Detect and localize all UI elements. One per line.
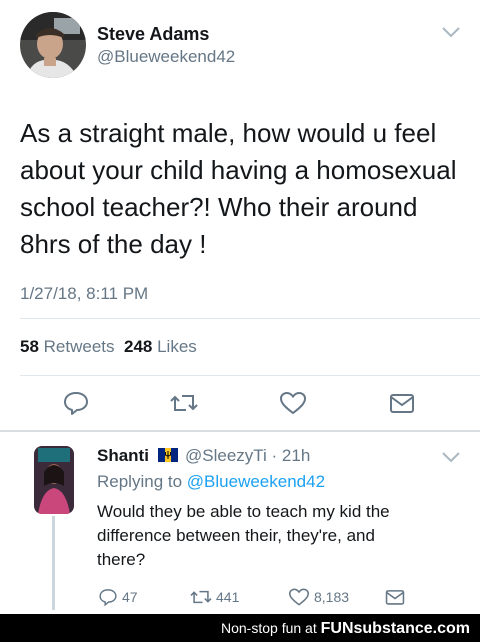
watermark-text: Non-stop fun at FUNsubstance.com <box>221 620 470 638</box>
replying-to: Replying to @Blueweekend42 <box>97 472 325 492</box>
reply-author-name[interactable]: Shanti <box>97 446 149 466</box>
watermark-tagline: Non-stop fun at <box>221 620 317 636</box>
tweet-timestamp: 1/27/18, 8:11 PM <box>20 284 149 303</box>
chevron-down-icon[interactable] <box>440 450 462 464</box>
like-icon[interactable] <box>279 390 307 416</box>
retweets-label[interactable]: Retweets <box>44 337 115 356</box>
reply-icon[interactable] <box>62 390 90 416</box>
retweet-button[interactable]: 441 <box>190 586 239 608</box>
reply-button[interactable]: 47 <box>98 586 138 608</box>
chevron-down-icon[interactable] <box>440 25 462 39</box>
barbados-flag-icon <box>158 448 178 462</box>
likes-label[interactable]: Likes <box>157 337 197 356</box>
replying-prefix: Replying to <box>97 472 183 491</box>
tweet-text: As a straight male, how would u feel abo… <box>20 118 457 259</box>
replying-to-link[interactable]: @Blueweekend42 <box>187 472 325 491</box>
reply-icon <box>99 589 117 607</box>
divider <box>20 318 480 319</box>
avatar[interactable] <box>20 12 86 78</box>
watermark-footer: Non-stop fun at FUNsubstance.com <box>0 614 480 642</box>
share-button[interactable] <box>384 586 410 608</box>
like-button[interactable]: 8,183 <box>288 586 349 608</box>
author-name[interactable]: Steve Adams <box>97 24 209 45</box>
retweets-count[interactable]: 58 <box>20 337 39 356</box>
like-count: 8,183 <box>314 589 350 605</box>
avatar[interactable] <box>34 446 74 514</box>
retweet-icon[interactable] <box>170 390 198 416</box>
thread-line <box>52 516 55 610</box>
reply-text: Would they be able to teach my kid the d… <box>97 502 390 569</box>
likes-count[interactable]: 248 <box>124 337 152 356</box>
share-icon <box>385 590 405 605</box>
retweet-icon <box>190 590 212 604</box>
reply-handle-time[interactable]: @SleezyTi · 21h <box>185 446 310 466</box>
author-handle[interactable]: @Blueweekend42 <box>97 47 235 67</box>
retweet-count: 441 <box>216 589 240 605</box>
like-icon <box>288 588 310 606</box>
watermark-brand: FUNsubstance.com <box>320 620 470 637</box>
divider <box>20 375 480 376</box>
share-icon[interactable] <box>388 390 416 416</box>
section-divider <box>0 430 480 432</box>
reply-count: 47 <box>122 589 138 605</box>
tweet-stats: 58 Retweets 248 Likes <box>20 337 197 357</box>
